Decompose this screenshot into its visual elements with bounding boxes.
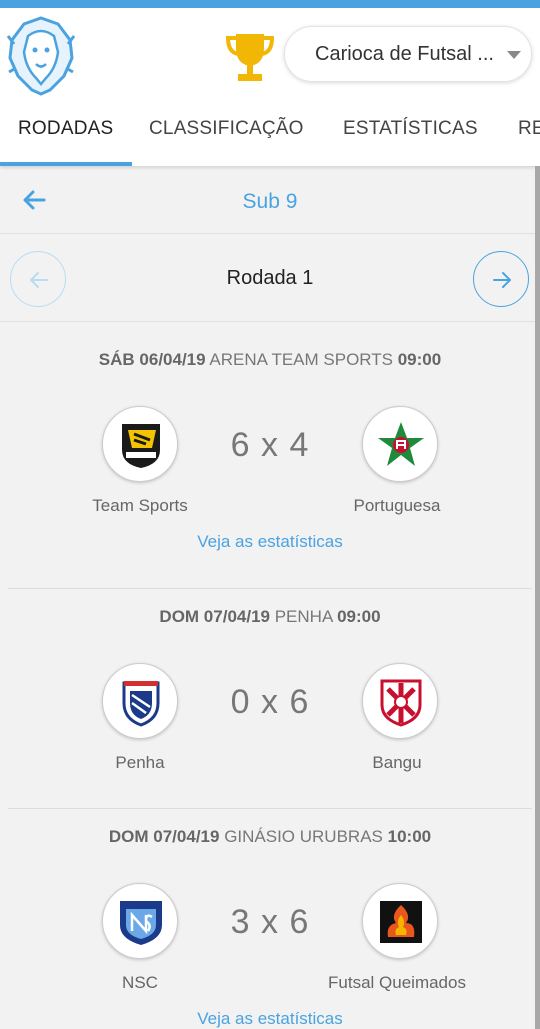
tab-classificacao[interactable]: CLASSIFICAÇÃO [149, 118, 304, 140]
home-team-name: Penha [115, 753, 165, 772]
match-divider [8, 588, 532, 589]
app-header: Carioca de Futsal ... [0, 8, 540, 102]
lion-logo[interactable] [6, 14, 76, 98]
home-team-name: NSC [122, 973, 158, 992]
futsal-queimados-crest[interactable] [362, 883, 438, 959]
category-bar: Sub 9 [0, 166, 540, 234]
home-team-name: Team Sports [92, 496, 188, 515]
match-info: DOM 07/04/19 GINÁSIO URUBRAS 10:00 [0, 827, 540, 847]
away-team-name: Bangu [372, 753, 422, 772]
match-date: SÁB 06/04/19 [98, 350, 206, 369]
match-venue: PENHA [274, 607, 333, 626]
tab-rodadas[interactable]: RODADAS [18, 118, 113, 140]
match-score: 0 x 6 [230, 683, 310, 721]
top-accent-bar [0, 0, 540, 8]
match-score: 3 x 6 [230, 903, 310, 941]
match-time: 09:00 [337, 607, 381, 626]
bangu-crest[interactable] [362, 663, 438, 739]
view-stats-link[interactable]: Veja as estatísticas [0, 532, 540, 552]
match-info: DOM 07/04/19 PENHA 09:00 [0, 607, 540, 627]
away-team-name: Portuguesa [353, 496, 441, 515]
match-score: 6 x 4 [230, 426, 310, 464]
away-team-name: Futsal Queimados [328, 973, 466, 992]
tab-bar: RODADAS CLASSIFICAÇÃO ESTATÍSTICAS RE [0, 102, 540, 166]
championship-select-label: Carioca de Futsal ... [315, 43, 494, 65]
trophy-icon [224, 30, 276, 86]
arrow-right-icon [493, 272, 511, 288]
round-navigator: Rodada 1 [0, 234, 540, 322]
match-divider [8, 808, 532, 809]
scrollbar[interactable] [535, 166, 540, 1029]
match-time: 09:00 [397, 350, 442, 369]
portuguesa-crest[interactable] [362, 406, 438, 482]
round-title: Rodada 1 [226, 267, 314, 289]
view-stats-link[interactable]: Veja as estatísticas [0, 1009, 540, 1029]
chevron-down-icon [507, 51, 521, 59]
match-info: SÁB 06/04/19 ARENA TEAM SPORTS 09:00 [0, 350, 540, 370]
match-venue: ARENA TEAM SPORTS [209, 350, 393, 369]
tab-estatisticas[interactable]: ESTATÍSTICAS [343, 118, 478, 140]
championship-select[interactable]: Carioca de Futsal ... [284, 26, 532, 82]
match-date: DOM 07/04/19 [159, 607, 270, 626]
next-round-button[interactable] [473, 251, 529, 307]
match-date: DOM 07/04/19 [108, 827, 220, 846]
match-venue: GINÁSIO URUBRAS [224, 827, 383, 846]
match-time: 10:00 [387, 827, 432, 846]
tab-overflow[interactable]: RE [518, 118, 540, 140]
category-title: Sub 9 [242, 190, 298, 213]
